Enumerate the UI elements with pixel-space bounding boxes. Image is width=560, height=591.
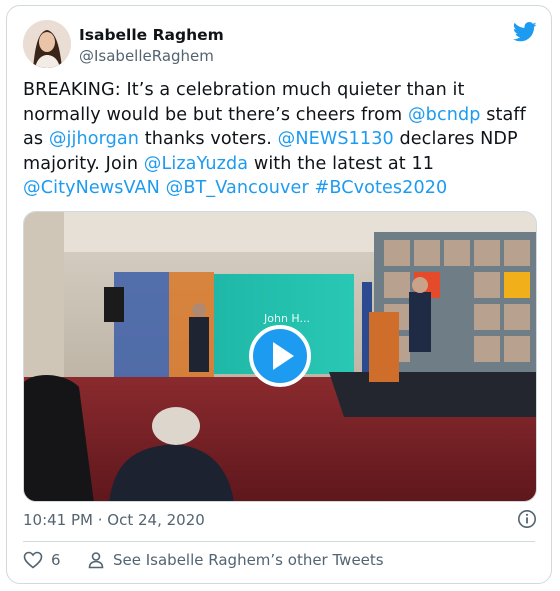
tweet-card: Isabelle Raghem @IsabelleRaghem BREAKING… — [6, 5, 552, 584]
tweet-text-part: with the latest at 11 — [248, 153, 435, 174]
like-count: 6 — [51, 551, 61, 569]
author-handle[interactable]: @IsabelleRaghem — [79, 47, 214, 65]
other-tweets-label: See Isabelle Raghem’s other Tweets — [113, 551, 384, 569]
tweet-text: BREAKING: It’s a celebration much quiete… — [23, 78, 543, 201]
mention-lizayuzda[interactable]: @LizaYuzda — [144, 154, 248, 174]
screen-text: John H... — [263, 312, 310, 325]
video-thumbnail[interactable]: John H... — [23, 211, 537, 502]
author-name[interactable]: Isabelle Raghem — [79, 26, 224, 44]
mention-jjhorgan[interactable]: @jjhorgan — [49, 129, 139, 149]
info-icon[interactable] — [517, 509, 537, 529]
hashtag-bcvotes2020[interactable]: #BCvotes2020 — [315, 178, 448, 198]
tweet-text-part: thanks voters. — [139, 129, 278, 149]
like-button[interactable]: 6 — [23, 551, 61, 569]
mention-bcndp[interactable]: @bcndp — [408, 105, 481, 125]
play-icon — [249, 325, 311, 387]
mention-news1130[interactable]: @NEWS1130 — [278, 129, 394, 149]
mention-citynewsvan[interactable]: @CityNewsVAN — [23, 178, 160, 198]
other-tweets-link[interactable]: See Isabelle Raghem’s other Tweets — [87, 551, 384, 569]
divider — [23, 541, 535, 542]
twitter-bird-icon[interactable] — [512, 22, 537, 42]
tweet-timestamp[interactable]: 10:41 PM · Oct 24, 2020 — [23, 511, 205, 529]
person-icon — [88, 552, 104, 569]
heart-icon — [23, 551, 43, 569]
play-button[interactable] — [249, 325, 311, 387]
tweet-text-part: BREAKING: It’s a celebration much quiete… — [23, 80, 465, 125]
mention-bt-vancouver[interactable]: @BT_Vancouver — [166, 178, 309, 198]
avatar[interactable] — [23, 20, 71, 68]
